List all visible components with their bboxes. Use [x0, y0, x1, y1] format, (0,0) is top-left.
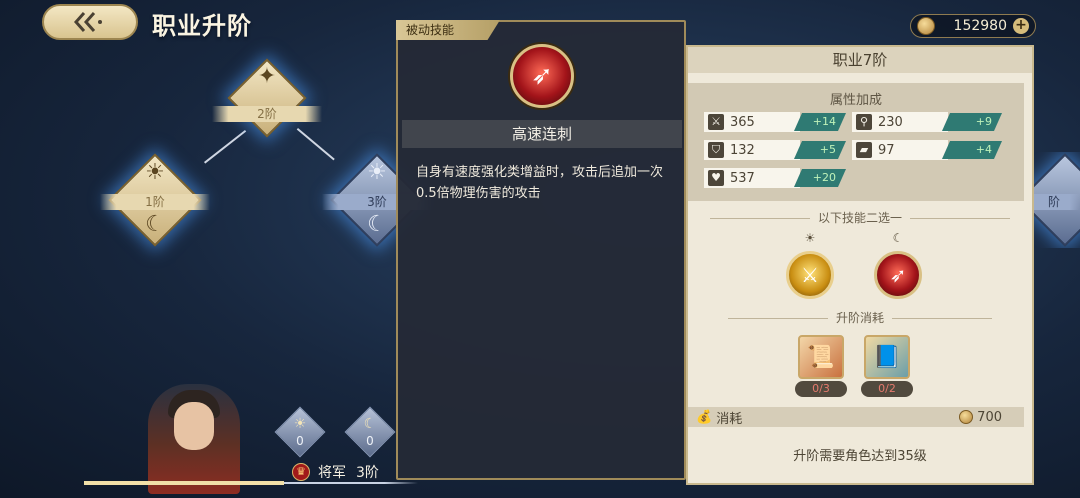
item-count: 0/3 [795, 381, 847, 397]
portrait-face [174, 402, 214, 450]
badge-diamond [274, 406, 326, 458]
stat-value-box: ⚲ 230 [852, 112, 948, 132]
rank-row: ♛ 将军 3阶 [292, 462, 379, 482]
moon-points-badge: ☾ 0 [344, 406, 396, 458]
character-portrait [148, 384, 240, 494]
gold-cost-bar: 💰 消耗 700 [688, 407, 1024, 427]
sun-icon: ☀ [804, 231, 816, 245]
node-label: 1阶 [100, 194, 210, 210]
stat-value: 132 [730, 142, 755, 158]
red-scroll-item-slot[interactable]: 📜 [798, 335, 844, 379]
stat-bonus: +5 [794, 141, 846, 159]
cost-label: 升阶消耗 [688, 309, 1032, 326]
rank-node-1[interactable]: ☀ 1阶 ☾ [100, 152, 210, 248]
attribute-title: 属性加成 [829, 93, 882, 108]
stat-value-box: ♥ 537 [704, 168, 800, 188]
rank-node-2[interactable]: ✦ 2阶 [212, 50, 322, 146]
node-label: 2阶 [212, 106, 322, 122]
sun-icon: ☀ [145, 160, 165, 185]
shield-icon: ⛉ [708, 142, 724, 158]
moon-icon: ☾ [145, 212, 165, 237]
stat-row: ▰ 97 +4 [852, 139, 1002, 161]
choose-skill-label: 以下技能二选一 [688, 209, 1032, 226]
sun-icon: ☀ [293, 416, 307, 432]
stat-row: ⚔ 365 +14 [704, 111, 846, 133]
panel-title: 职业7阶 [688, 47, 1032, 73]
stat-value: 230 [878, 114, 903, 130]
moon-icon: ☾ [892, 231, 904, 245]
rank-name: 将军 [318, 465, 346, 481]
stat-value: 97 [878, 142, 895, 158]
attribute-section: 属性加成 ⚔ 365 +14 ⚲ 230 +9 ⛉ 132 +5 ▰ 97 +4… [688, 83, 1024, 201]
stat-bonus: +20 [794, 169, 846, 187]
skill-tooltip: 被动技能 ➶ 高速连刺 自身有速度强化类增益时，攻击后追加一次0.5倍物理伤害的… [396, 20, 686, 480]
stat-bonus: +4 [942, 141, 1002, 159]
stat-value: 365 [730, 114, 755, 130]
red-blade-skill-icon: ➶ [510, 44, 574, 108]
stat-value-box: ⚔ 365 [704, 112, 800, 132]
stat-row: ⚲ 230 +9 [852, 111, 1002, 133]
sun-skill-option[interactable]: ⚔ [786, 251, 834, 299]
skill-description: 自身有速度强化类增益时，攻击后追加一次0.5倍物理伤害的攻击 [416, 165, 664, 201]
back-button[interactable] [42, 4, 138, 40]
back-arrow-icon [73, 12, 102, 32]
book-icon: ▰ [856, 142, 872, 158]
stat-value-box: ▰ 97 [852, 140, 948, 160]
skill-name: 高速连刺 [402, 120, 682, 148]
sun-points-value: 0 [296, 434, 304, 448]
sword-icon: ⚔ [708, 114, 724, 130]
rank-progress-fill [84, 481, 284, 485]
gold-blade-skill-icon: ⚔ [801, 263, 819, 287]
moon-icon: ☾ [363, 416, 377, 432]
moon-points-value: 0 [366, 434, 374, 448]
blue-book-item-slot[interactable]: 📘 [864, 335, 910, 379]
compass-star-icon: ✦ [257, 64, 277, 89]
stat-bonus: +14 [794, 113, 846, 131]
page-title: 职业升阶 [152, 12, 252, 40]
sun-points-badge: ☀ 0 [274, 406, 326, 458]
moon-skill-option[interactable]: ➶ [874, 251, 922, 299]
rank-emblem-icon: ♛ [292, 463, 310, 481]
money-bag-icon: 💰 [696, 409, 713, 425]
heart-icon: ♥ [708, 170, 724, 186]
badge-diamond [344, 406, 396, 458]
staff-icon: ⚲ [856, 114, 872, 130]
red-blade-skill-icon: ➶ [889, 263, 907, 287]
stat-row: ⛉ 132 +5 [704, 139, 846, 161]
currency-display: 152980 + [910, 14, 1036, 38]
coin-icon [959, 410, 974, 424]
stat-bonus: +9 [942, 113, 1002, 131]
red-scroll-item-icon: 📜 [807, 344, 835, 370]
tooltip-tag: 被动技能 [396, 20, 500, 40]
currency-amount: 152980 [953, 18, 1007, 34]
stat-value: 537 [730, 170, 755, 186]
blue-book-item-icon: 📘 [873, 344, 901, 370]
rank-level: 3阶 [356, 465, 379, 481]
coin-icon [917, 17, 935, 35]
level-requirement: 升阶需要角色达到35级 [793, 449, 927, 464]
rank-detail-panel: 职业7阶 属性加成 ⚔ 365 +14 ⚲ 230 +9 ⛉ 132 +5 ▰ … [686, 45, 1034, 485]
stat-value-box: ⛉ 132 [704, 140, 800, 160]
item-count: 0/2 [861, 381, 913, 397]
add-currency-button[interactable]: + [1013, 18, 1029, 34]
gold-cost-label: 消耗 [716, 411, 743, 427]
stat-row: ♥ 537 +20 [704, 167, 846, 189]
gold-cost-amount: 700 [977, 409, 1002, 425]
